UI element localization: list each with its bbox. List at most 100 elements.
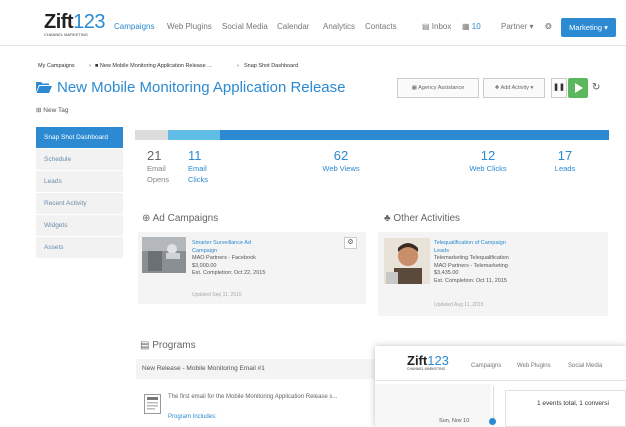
- programs-icon: ▤: [140, 340, 153, 351]
- nav-contacts[interactable]: Contacts: [365, 22, 397, 31]
- stat-label: Opens: [147, 175, 170, 184]
- refresh-icon[interactable]: ↻: [592, 82, 600, 93]
- progress-segment: [168, 130, 221, 140]
- stat-web-clicks[interactable]: 12 Web Clicks: [463, 148, 513, 174]
- activity-partner: MAO Partners - Telemarketing: [434, 262, 508, 269]
- add-activity-label: Add Activity ▾: [500, 85, 534, 91]
- nav-calendar[interactable]: Calendar: [277, 22, 309, 31]
- other-activities-heading: ♣ Other Activities: [384, 213, 460, 224]
- sidebar-item-assets[interactable]: Assets: [36, 237, 123, 259]
- funnel-progress-bar: [135, 130, 609, 140]
- inbox-label: Inbox: [431, 22, 452, 31]
- target-icon: ⊕: [142, 213, 153, 224]
- logo-number: 123: [73, 11, 105, 33]
- stat-value: 62: [333, 148, 349, 163]
- other-activity-details: Telequalification of Campaign Leads Tele…: [434, 239, 604, 285]
- activity-cost: $3,435.00: [434, 270, 459, 276]
- stat-email-clicks[interactable]: 11 Email Clicks: [188, 148, 208, 185]
- folder-open-icon: [36, 82, 52, 93]
- progress-segment: [220, 130, 609, 140]
- stat-web-views[interactable]: 62 Web Views: [316, 148, 366, 174]
- overlay-date: Sun, Nov 10: [439, 418, 470, 424]
- stat-email-opens[interactable]: 21 Email Opens: [147, 148, 169, 185]
- pause-button[interactable]: ❚❚: [551, 78, 567, 98]
- ad-campaigns-heading: ⊕ Ad Campaigns: [142, 213, 218, 224]
- nav-campaigns[interactable]: Campaigns: [114, 22, 154, 31]
- breadcrumb-chevron-icon: ›: [89, 63, 91, 69]
- ad-campaigns-title: Ad Campaigns: [152, 213, 219, 224]
- stat-value: 12: [480, 148, 496, 163]
- partner-label: Partner: [501, 22, 528, 31]
- program-row-header[interactable]: New Release - Mobile Monitoring Email #1: [136, 359, 376, 379]
- new-tag-link[interactable]: ⊞ New Tag: [36, 106, 68, 114]
- help-icon[interactable]: ❂: [545, 22, 552, 31]
- settings-gear-icon[interactable]: ⚙: [344, 237, 357, 249]
- sidebar-item-recent-activity[interactable]: Recent Activity: [36, 193, 123, 215]
- activity-name-cont[interactable]: Leads: [434, 247, 604, 255]
- messages-count: 10: [471, 22, 481, 31]
- activity-thumbnail: [384, 238, 430, 284]
- pause-icon: ❚❚: [553, 84, 565, 91]
- activity-name[interactable]: Telequalification of Campaign: [434, 239, 604, 247]
- breadcrumb-chevron-icon: ›: [237, 63, 239, 69]
- overlay-nav-campaigns: Campaigns: [471, 363, 502, 369]
- add-activity-button[interactable]: ✚ Add Activity ▾: [483, 78, 545, 98]
- stat-label: Email: [147, 164, 166, 173]
- ad-campaign-name[interactable]: Smarter Surveillance Ad: [192, 239, 332, 247]
- ad-campaign-updated: Updated Sep 11, 2015: [192, 292, 242, 298]
- overlay-nav-social-media: Social Media: [568, 363, 603, 369]
- sidebar: Snap Shot Dashboard Schedule Leads Recen…: [36, 127, 123, 259]
- overlay-divider: [375, 380, 626, 381]
- stat-value: 11: [188, 148, 202, 163]
- progress-segment: [135, 130, 169, 140]
- stat-value: 17: [557, 148, 573, 163]
- program-description: The first email for the Mobile Monitorin…: [168, 394, 338, 400]
- zift-logo[interactable]: Zift123 CHANNEL MARKETING: [44, 11, 105, 37]
- stat-label: Web Views: [322, 164, 360, 173]
- stat-label: Email: [188, 164, 207, 173]
- stat-leads[interactable]: 17 Leads: [545, 148, 585, 174]
- email-document-icon: [144, 394, 161, 414]
- sidebar-item-widgets[interactable]: Widgets: [36, 215, 123, 237]
- marketing-button[interactable]: Marketing ▾: [561, 18, 616, 37]
- ad-campaign-name-cont[interactable]: Campaign: [192, 247, 332, 255]
- overlay-logo: Zift123 CHANNEL MARKETING: [407, 353, 449, 371]
- program-includes-label: Program Includes:: [168, 414, 217, 420]
- inbox-icon: ▤: [422, 22, 432, 31]
- overlay-event-card: [505, 390, 626, 427]
- messages-link[interactable]: ▦ 10: [462, 22, 481, 31]
- play-button[interactable]: [568, 78, 588, 98]
- breadcrumb-parent-label: New Mobile Monitoring Application Releas…: [99, 63, 212, 69]
- breadcrumb-parent[interactable]: ■ New Mobile Monitoring Application Rele…: [95, 63, 212, 69]
- messages-icon: ▦: [462, 22, 472, 31]
- breadcrumb-root[interactable]: My Campaigns: [38, 63, 75, 69]
- nav-social-media[interactable]: Social Media: [222, 22, 268, 31]
- inbox-link[interactable]: ▤ Inbox: [422, 22, 451, 31]
- overlay-screenshot: Zift123 CHANNEL MARKETING Campaigns Web …: [375, 346, 626, 427]
- ad-campaign-card[interactable]: Smarter Surveillance Ad Campaign MAO Par…: [138, 232, 366, 304]
- other-activity-card[interactable]: Telequalification of Campaign Leads Tele…: [378, 232, 608, 316]
- sidebar-item-schedule[interactable]: Schedule: [36, 149, 123, 171]
- activity-type: Telemarketing Telequalification: [434, 255, 509, 261]
- nav-analytics[interactable]: Analytics: [323, 22, 355, 31]
- ad-campaign-cost: $3,000.00: [192, 262, 217, 269]
- programs-heading: ▤ Programs: [140, 340, 196, 351]
- nav-web-plugins[interactable]: Web Plugins: [167, 22, 212, 31]
- overlay-left-panel: [375, 384, 491, 427]
- campaign-thumbnail: [142, 237, 186, 273]
- ad-campaign-partner: MAO Partners - Facebook: [192, 255, 256, 261]
- ad-campaign-details: Smarter Surveillance Ad Campaign MAO Par…: [192, 239, 332, 278]
- sidebar-item-leads[interactable]: Leads: [36, 171, 123, 193]
- sidebar-item-snapshot[interactable]: Snap Shot Dashboard: [36, 127, 123, 149]
- stat-label: Web Clicks: [469, 164, 507, 173]
- activity-completion: Est. Completion: Oct 11, 2015: [434, 277, 507, 284]
- overlay-logo-text: Zift: [407, 353, 428, 368]
- page-title: New Mobile Monitoring Application Releas…: [57, 79, 346, 96]
- overlay-timeline-dot: [489, 418, 496, 425]
- people-icon: ♣: [384, 213, 394, 224]
- ad-campaign-completion: Est. Completion: Oct 22, 2015: [192, 270, 266, 276]
- partner-menu[interactable]: Partner ▾: [501, 22, 533, 31]
- overlay-logo-tagline: CHANNEL MARKETING: [407, 367, 446, 371]
- agency-assistance-button[interactable]: ▦ Agency Assistance: [397, 78, 479, 98]
- activity-updated: Updated Aug 11, 2015: [434, 302, 484, 308]
